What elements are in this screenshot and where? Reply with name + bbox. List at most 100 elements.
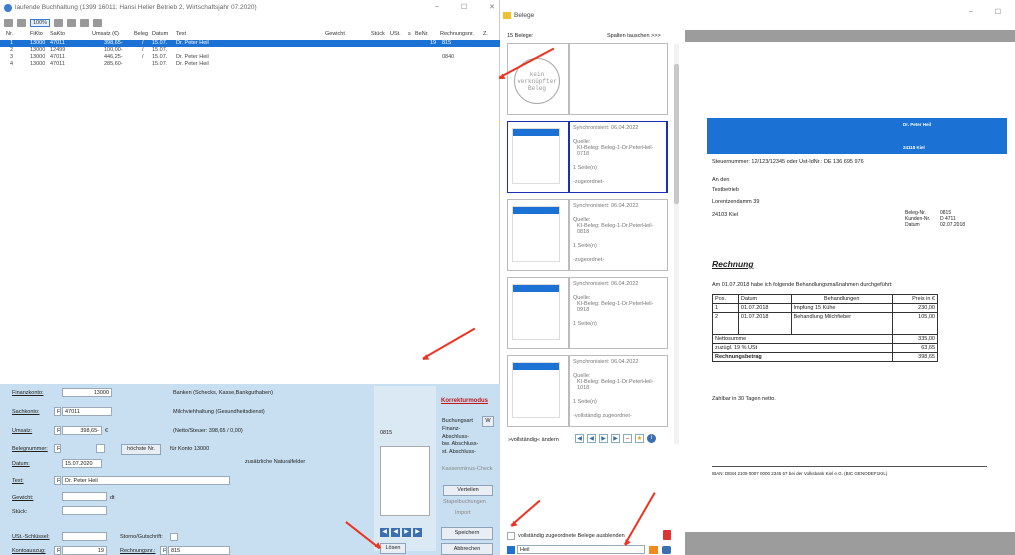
beleg-info[interactable]: Synchronisiert: 06.04.2022 Quelle: KI-Be… [569,355,668,427]
sachkonto-input[interactable]: 47011 [62,407,112,416]
kein-beleg-box[interactable]: kein verknüpfter Beleg [507,43,569,115]
rechnungsnr-input[interactable]: 815 [168,546,230,555]
kassenminus-button[interactable]: Kassenminus-Check [442,466,492,472]
ust-input[interactable] [62,532,107,541]
maximize-button[interactable]: ☐ [461,3,467,11]
preview-gray-bottom [685,532,1015,555]
buchungsart-option-abschluss[interactable]: Abschluss- [442,434,469,440]
prev-icon[interactable]: ◀ [587,434,596,443]
col-ust[interactable]: USt. [390,31,401,37]
invoice-line: 1 01.07.2018 Impfung 15 Kühe 230,00 [712,303,939,313]
last-icon[interactable]: ▶ [611,434,620,443]
stueck-input[interactable] [62,506,107,515]
table-row[interactable]: 3 13000 47011 446,25- / 15.07. Dr. Peter… [0,54,500,61]
settings-icon[interactable] [662,546,671,554]
text-input[interactable]: Dr. Peter Heil [62,476,230,485]
spalten-tauschen-button[interactable]: Spalten tauschen >>> [607,33,661,39]
col-datum[interactable]: Datum [152,31,168,37]
verteilen-button[interactable]: Verteilen [443,485,493,496]
trash-icon[interactable] [663,530,671,540]
col-stueck[interactable]: Stück [371,31,385,37]
remove-icon[interactable]: – [623,434,632,443]
beleg-thumbnail[interactable] [380,446,430,516]
kontoauszug-input[interactable]: 19 [62,546,107,555]
umsatz-input[interactable]: 398,65- [62,426,102,435]
col-umsatz[interactable]: Umsatz (€) [92,31,119,37]
filter-icon[interactable] [67,19,77,27]
beleg-thumb[interactable] [507,277,569,349]
table-row[interactable]: 1 13000 47011 398,65- / 15.07. Dr. Peter… [0,40,500,47]
col-benr[interactable]: BeNr. [415,31,429,37]
storno-checkbox[interactable] [170,533,178,541]
table-row[interactable]: 4 13000 47011 285,60- 15.07. Dr. Peter H… [0,61,500,68]
beleg-thumb[interactable] [507,355,569,427]
prev-icon[interactable]: ◀ [391,528,400,537]
search-next-icon[interactable] [93,19,103,27]
inv-ust: 63,65 [891,343,939,353]
star-icon[interactable]: ★ [635,434,644,443]
inv-col-beh: Behandlungen [790,294,893,304]
filter-icon[interactable] [649,546,658,554]
export-icon[interactable] [17,19,26,27]
col-fikto[interactable]: FiKto [30,31,43,37]
beleg-info[interactable]: Synchronisiert: 06.04.2022 Quelle: KI-Be… [569,199,668,271]
binoculars-icon[interactable] [80,19,90,27]
invoice-ort: 24118 Kiel [903,145,925,150]
preview-minimize-button[interactable]: – [969,8,973,16]
beleg-info[interactable]: Synchronisiert: 06.04.2022 Quelle: KI-Be… [569,277,668,349]
storno-label: Storno/Gutschrift: [120,534,163,540]
belegnummer-stepper[interactable] [96,444,105,453]
kontoauszug-label: Kontoauszug: [12,548,46,554]
cell-fikto: 13000 [30,61,46,67]
speichern-button[interactable]: Speichern [441,527,493,540]
col-rechnungsnr[interactable]: Rechnungsnr. [440,31,474,37]
first-icon[interactable]: ◀ [575,434,584,443]
buchungsart-option-bw[interactable]: bw. Abschluss- [442,441,478,447]
inv-preis: 105,00 [891,312,939,335]
minimize-button[interactable]: – [435,3,439,11]
beleg-info[interactable]: Synchronisiert: 06.04.2022 Quelle: KI-Be… [569,121,668,193]
col-gewicht[interactable]: Gewicht [325,31,345,37]
next-icon[interactable]: ▶ [402,528,411,537]
cell-rechnungsnr: 0840 [442,54,455,60]
import-button[interactable]: Import [455,510,471,516]
col-s[interactable]: s [408,31,411,37]
ausblenden-checkbox[interactable] [507,532,515,540]
col-z[interactable]: Z. [483,31,488,37]
col-beleg[interactable]: Beleg [134,31,148,37]
gewicht-input[interactable] [62,492,107,501]
info-icon[interactable]: i [647,434,656,443]
beleg-thumb[interactable] [507,199,569,271]
sort-icon[interactable] [54,19,64,27]
search-checkbox[interactable] [507,546,515,554]
loesen-button[interactable]: Lösen [380,543,406,554]
stapelbuchungen-button[interactable]: Stapelbuchungen [443,499,486,505]
col-nr[interactable]: Nr. [6,31,13,37]
buchungsart-option-st[interactable]: st. Abschluss- [442,449,476,455]
datum-input[interactable]: 15.07.2020 [62,459,102,468]
stueck-label: Stück: [12,509,28,515]
print-icon[interactable] [4,19,13,27]
hoechste-nr-button[interactable]: höchste Nr. [121,444,161,455]
preview-maximize-button[interactable]: ☐ [995,8,1001,16]
umsatz-desc: (Netto/Steuer: 398,65 / 0,00) [173,428,243,434]
close-button[interactable]: ✕ [489,3,495,11]
first-icon[interactable]: ◀ [380,528,389,537]
belege-count: 15 Belege: [507,33,534,39]
last-icon[interactable]: ▶ [413,528,422,537]
finanzkonto-input[interactable]: 13000 [62,388,112,397]
col-text[interactable]: Text [176,31,186,37]
zoom-select[interactable]: 100% [30,19,51,27]
next-icon[interactable]: ▶ [599,434,608,443]
buchungsart-option-finanz[interactable]: Finanz- [442,426,460,432]
buchungsart-key[interactable]: W [482,416,494,427]
vollstaendig-aendern-button[interactable]: »vollständig« ändern [508,437,559,443]
table-row[interactable]: 2 13000 12499 100,00- / 15.07. [0,47,500,54]
cell-text: Dr. Peter Heil [176,40,209,46]
beleg-thumb[interactable] [507,121,569,193]
belege-scrollbar[interactable] [674,44,679,444]
invoice-stadt: 24103 Kiel [712,212,738,218]
korrekturmodus-label: Korrekturmodus [441,398,489,404]
abbrechen-button[interactable]: Abbrechen [441,543,493,555]
col-sakto[interactable]: SaKto [50,31,65,37]
